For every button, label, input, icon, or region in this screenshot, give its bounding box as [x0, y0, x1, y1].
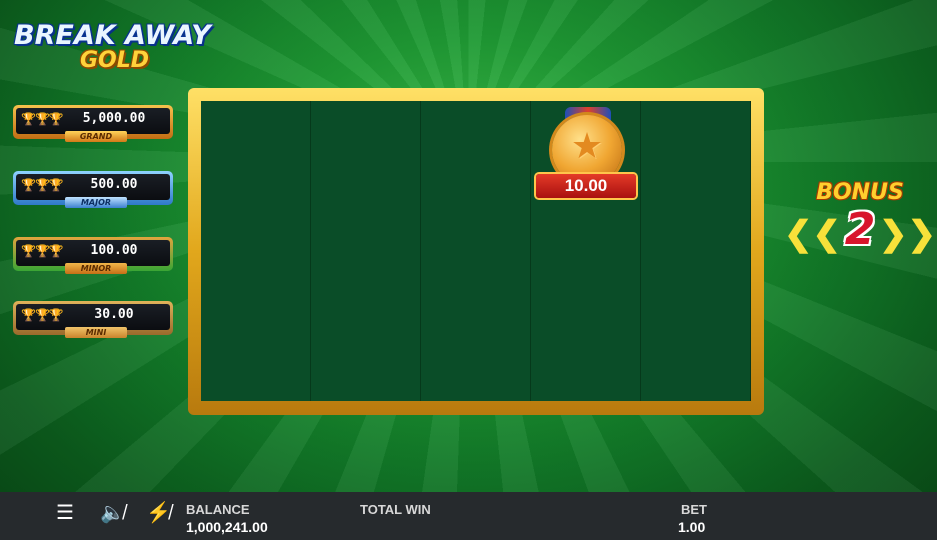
trophy-icon: 🏆🏆🏆	[21, 244, 64, 258]
balance-label: BALANCE	[186, 502, 250, 517]
balance-value: 1,000,241.00	[186, 519, 268, 535]
jackpot-label: MINI	[65, 327, 127, 338]
jackpot-grand: 🏆🏆🏆 5,000.00 GRAND	[13, 105, 173, 142]
jackpot-label: MINOR	[65, 263, 127, 274]
jackpot-label: MAJOR	[65, 197, 127, 208]
game-logo: BREAK AWAY GOLD	[8, 14, 218, 76]
jackpot-mini: 🏆🏆🏆 30.00 MINI	[13, 301, 173, 338]
jackpot-value: 5,000.00	[82, 111, 146, 126]
turbo-off-icon[interactable]: ⚡̸	[146, 502, 171, 524]
bonus-indicator: BONUS ❮❮ 2 ❯❯	[784, 176, 936, 286]
bottom-bar: ☰ 🔈̸ ⚡̸ BALANCE 1,000,241.00 TOTAL WIN B…	[0, 492, 937, 540]
reel-column	[201, 101, 311, 401]
bet-value[interactable]: 1.00	[678, 519, 705, 535]
total-win-label: TOTAL WIN	[360, 502, 431, 517]
trophy-icon: 🏆🏆🏆	[21, 308, 64, 322]
bonus-label: BONUS	[816, 180, 904, 205]
jackpot-value: 30.00	[94, 307, 134, 322]
medal-value: 10.00	[536, 174, 636, 198]
trophy-icon: 🏆🏆🏆	[21, 178, 64, 192]
reel-column	[421, 101, 531, 401]
medal-symbol: ★ 10.00	[535, 103, 639, 201]
reel-column	[641, 101, 750, 401]
jackpot-minor: 🏆🏆🏆 100.00 MINOR	[13, 237, 173, 274]
menu-icon[interactable]: ☰	[56, 502, 74, 524]
logo-line-2: GOLD	[80, 48, 150, 73]
jackpot-major: 🏆🏆🏆 500.00 MAJOR	[13, 171, 173, 208]
reel-column	[311, 101, 421, 401]
chevron-right-icon: ❯❯	[879, 215, 936, 253]
jackpot-value: 100.00	[90, 243, 138, 258]
jackpot-value: 500.00	[90, 177, 138, 192]
jackpot-label: GRAND	[65, 131, 127, 142]
mute-icon[interactable]: 🔈̸	[100, 502, 125, 524]
bet-label: BET	[681, 502, 707, 517]
trophy-icon: 🏆🏆🏆	[21, 112, 64, 126]
reel-board: ★ 10.00	[201, 101, 751, 401]
logo-line-1: BREAK AWAY	[14, 20, 211, 51]
star-icon: ★	[570, 125, 604, 166]
